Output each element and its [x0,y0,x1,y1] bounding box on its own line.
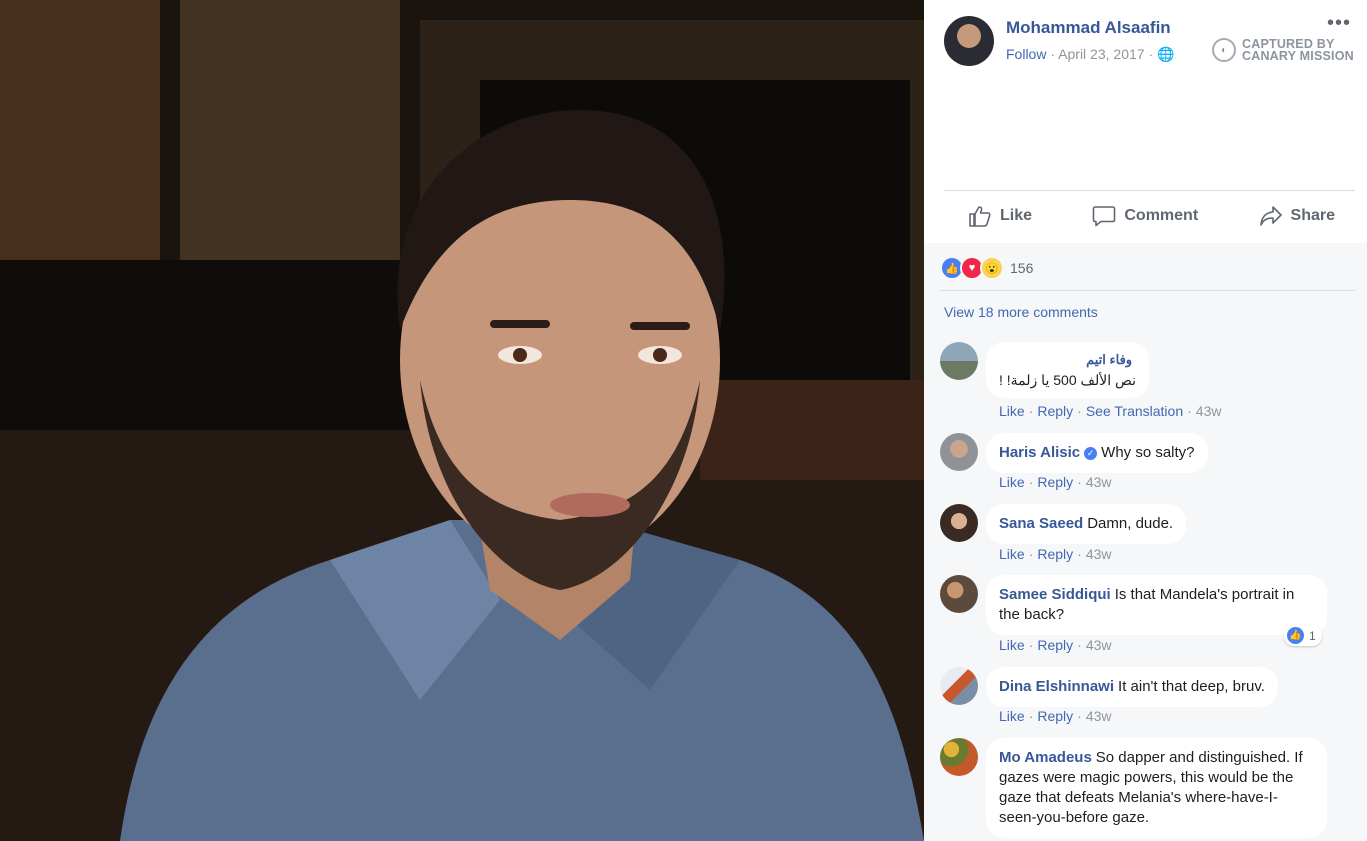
comment-reply-link[interactable]: Reply [1037,403,1073,419]
author-avatar[interactable] [944,16,994,66]
commenter-name[interactable]: Samee Siddiqui [999,586,1111,603]
comment-like-link[interactable]: Like [999,474,1025,490]
comment-text: Why so salty? [1101,444,1195,461]
post-header: Mohammad Alsaafin Follow · April 23, 201… [924,0,1367,243]
follow-link[interactable]: Follow [1006,46,1046,62]
post-photo[interactable] [0,0,924,841]
commenter-avatar[interactable] [940,575,978,613]
comment-time[interactable]: 43w [1196,403,1222,419]
author-name[interactable]: Mohammad Alsaafin [1006,18,1171,38]
comment-bubble: Mo Amadeus So dapper and distinguished. I… [986,738,1327,838]
comment-bubble: Dina Elshinnawi It ain't that deep, bruv. [986,667,1278,707]
view-more-comments-link[interactable]: View 18 more comments [944,304,1098,320]
share-icon [1259,206,1282,226]
commenter-name[interactable]: Mo Amadeus [999,749,1092,766]
comment-like-count[interactable]: 👍 1 [1284,625,1322,646]
post-actions: Like Comment Share [944,196,1355,236]
like-reaction-icon: 👍 [1287,627,1304,644]
comment-reply-link[interactable]: Reply [1037,637,1073,653]
comment-reply-link[interactable]: Reply [1037,708,1073,724]
comment-actions: Like · Reply · 43w [999,546,1112,562]
divider [944,190,1355,191]
share-button[interactable]: Share [1259,205,1335,227]
more-options-icon[interactable]: ••• [1327,12,1351,35]
globe-icon: 🌐 [1157,46,1175,62]
canary-logo-icon: ◐ [1212,38,1236,62]
see-translation-link[interactable]: See Translation [1086,403,1183,419]
comment-like-link[interactable]: Like [999,637,1025,653]
commenter-name[interactable]: Dina Elshinnawi [999,678,1114,695]
comment-bubble: Sana Saeed Damn, dude. [986,504,1187,544]
reaction-summary[interactable]: 👍 ♥ 😮 156 [940,256,1033,280]
wow-reaction-icon: 😮 [980,256,1004,280]
comment-button[interactable]: Comment [1092,205,1198,227]
comment-reply-link[interactable]: Reply [1037,546,1073,562]
post-side-panel: Mohammad Alsaafin Follow · April 23, 201… [924,0,1367,841]
comment-like-link[interactable]: Like [999,403,1025,419]
comment-actions: Like · Reply · 43w [999,637,1112,653]
comment-time[interactable]: 43w [1086,637,1112,653]
commenter-avatar[interactable] [940,738,978,776]
canary-mission-watermark: ◐ CAPTURED BY CANARY MISSION [1212,38,1354,62]
comment-reply-link[interactable]: Reply [1037,474,1073,490]
comment-time[interactable]: 43w [1086,474,1112,490]
reaction-count: 156 [1010,260,1034,276]
commenter-name[interactable]: وفاء اتيم [999,350,1132,370]
comment-bubble: Haris Alisic ✓ Why so salty? [986,433,1208,473]
portrait-image [0,0,924,841]
verified-badge-icon: ✓ [1084,447,1098,460]
comment-time[interactable]: 43w [1086,546,1112,562]
comment-time[interactable]: 43w [1086,708,1112,724]
divider [940,290,1355,291]
thumbs-up-icon [969,206,991,227]
commenter-avatar[interactable] [940,504,978,542]
comment-actions: Like · Reply · 43w [999,708,1112,724]
like-button[interactable]: Like [968,205,1032,227]
comment-actions: Like · Reply · See Translation · 43w [999,403,1222,419]
comment-like-link[interactable]: Like [999,546,1025,562]
post-meta: Follow · April 23, 2017 · 🌐 [1006,46,1175,62]
comment-icon [1093,206,1116,227]
commenter-name[interactable]: Sana Saeed [999,515,1083,532]
comment-text: Damn, dude. [1087,515,1174,532]
comment-actions: Like · Reply · 43w [999,474,1112,490]
comment-bubble: وفاء اتيم نص الألف 500 يا زلمة! ! [986,342,1150,398]
comment-text: It ain't that deep, bruv. [1118,678,1265,695]
commenter-avatar[interactable] [940,342,978,380]
commenter-name[interactable]: Haris Alisic [999,444,1080,461]
commenter-avatar[interactable] [940,667,978,705]
post-date[interactable]: April 23, 2017 [1058,46,1144,62]
commenter-avatar[interactable] [940,433,978,471]
comment-like-link[interactable]: Like [999,708,1025,724]
comment-bubble: Samee Siddiqui Is that Mandela's portrait… [986,575,1327,635]
comment-text: نص الألف 500 يا زلمة! ! [999,372,1137,388]
